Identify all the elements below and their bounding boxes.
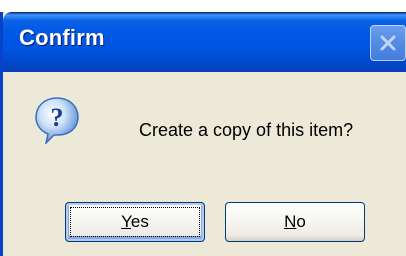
yes-mnemonic: Y bbox=[121, 212, 131, 231]
question-icon: ? bbox=[35, 97, 79, 144]
confirm-dialog: Confirm ? Create a copy of this item? Ye… bbox=[0, 12, 406, 256]
yes-button[interactable]: Yes bbox=[65, 202, 205, 242]
screen: Confirm ? Create a copy of this item? Ye… bbox=[0, 0, 406, 256]
dialog-title: Confirm bbox=[19, 25, 105, 50]
dialog-body: ? Create a copy of this item? Yes No bbox=[3, 72, 406, 256]
yes-label-rest: es bbox=[130, 212, 149, 231]
no-button[interactable]: No bbox=[225, 202, 365, 242]
svg-text:?: ? bbox=[51, 103, 64, 132]
close-icon bbox=[380, 35, 396, 51]
title-bar[interactable]: Confirm bbox=[3, 12, 406, 72]
close-button[interactable] bbox=[370, 25, 406, 61]
no-mnemonic: N bbox=[284, 212, 297, 231]
no-label-rest: o bbox=[296, 212, 306, 231]
dialog-message: Create a copy of this item? bbox=[139, 120, 354, 140]
